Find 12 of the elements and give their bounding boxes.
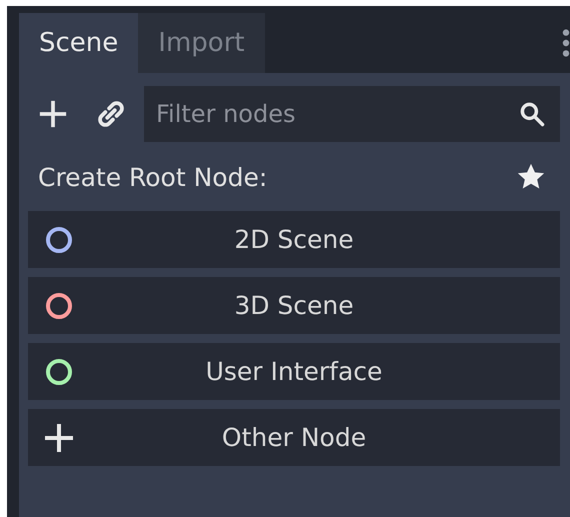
root-node-button[interactable]: 2D Scene xyxy=(28,211,560,268)
create-root-label: Create Root Node: xyxy=(38,162,268,192)
add-icon xyxy=(43,422,75,454)
root-node-button[interactable]: User Interface xyxy=(28,343,560,400)
link-icon[interactable] xyxy=(96,99,126,129)
add-icon[interactable] xyxy=(38,99,68,129)
search-icon xyxy=(518,100,546,128)
tab[interactable]: Scene xyxy=(19,13,138,73)
root-node-button[interactable]: 3D Scene xyxy=(28,277,560,334)
more-menu-icon[interactable] xyxy=(562,28,570,58)
filter-field[interactable]: Filter nodes xyxy=(144,86,560,142)
root-node-button[interactable]: Other Node xyxy=(28,409,560,466)
